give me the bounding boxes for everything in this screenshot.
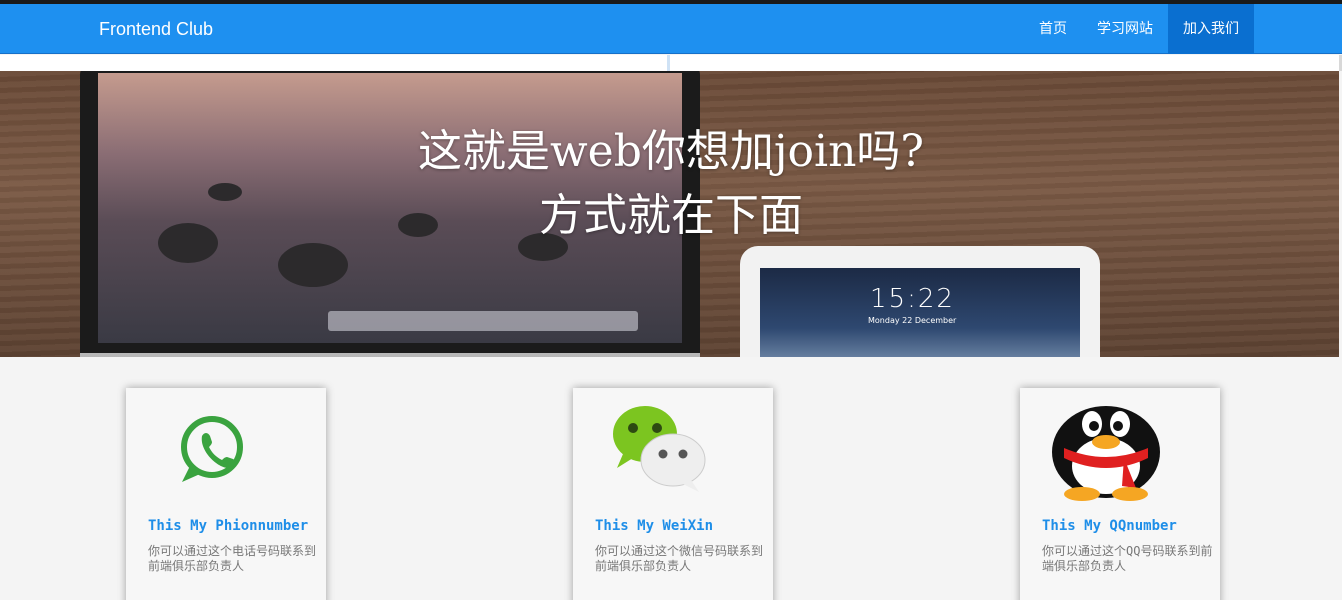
contact-card-qq[interactable]: This My QQnumber 你可以通过这个QQ号码联系到前端俱乐部负责人 [1020, 388, 1220, 600]
nav-menu: 首页 学习网站 加入我们 [1024, 4, 1254, 54]
nav-home[interactable]: 首页 [1024, 4, 1082, 54]
qq-penguin-icon [1020, 388, 1220, 508]
card-title: This My QQnumber [1042, 518, 1177, 534]
card-description: 你可以通过这个电话号码联系到前端俱乐部负责人 [148, 544, 317, 573]
tablet-screen: 15:22 Monday 22 December [760, 268, 1080, 357]
card-title: This My WeiXin [595, 518, 714, 534]
laptop-dock [328, 311, 638, 331]
contact-cards: This My Phionnumber 你可以通过这个电话号码联系到前端俱乐部负… [0, 357, 1342, 600]
tablet-clock: 15:22 [870, 284, 955, 314]
rock-shape [278, 243, 348, 287]
hero-headline: 这就是web你想加join吗? [418, 126, 924, 177]
nav-join-us[interactable]: 加入我们 [1168, 4, 1254, 54]
tablet-date: Monday 22 December [868, 316, 957, 325]
card-title: This My Phionnumber [148, 518, 309, 534]
card-description: 你可以通过这个微信号码联系到前端俱乐部负责人 [595, 544, 764, 573]
divider-mark [667, 55, 670, 71]
whatsapp-icon [126, 388, 326, 508]
contact-card-wechat[interactable]: This My WeiXin 你可以通过这个微信号码联系到前端俱乐部负责人 [573, 388, 773, 600]
navbar: Frontend Club 首页 学习网站 加入我们 [0, 4, 1342, 54]
wechat-icon [573, 388, 773, 508]
hero-subheadline: 方式就在下面 [539, 190, 803, 241]
brand-logo[interactable]: Frontend Club [99, 4, 213, 54]
contact-card-phone[interactable]: This My Phionnumber 你可以通过这个电话号码联系到前端俱乐部负… [126, 388, 326, 600]
spacer-strip [0, 55, 1342, 71]
nav-learning-sites[interactable]: 学习网站 [1082, 4, 1168, 54]
card-description: 你可以通过这个QQ号码联系到前端俱乐部负责人 [1042, 544, 1213, 573]
hero-banner: 15:22 Monday 22 December 这就是web你想加join吗?… [0, 71, 1339, 357]
tablet-image: 15:22 Monday 22 December [740, 246, 1100, 357]
